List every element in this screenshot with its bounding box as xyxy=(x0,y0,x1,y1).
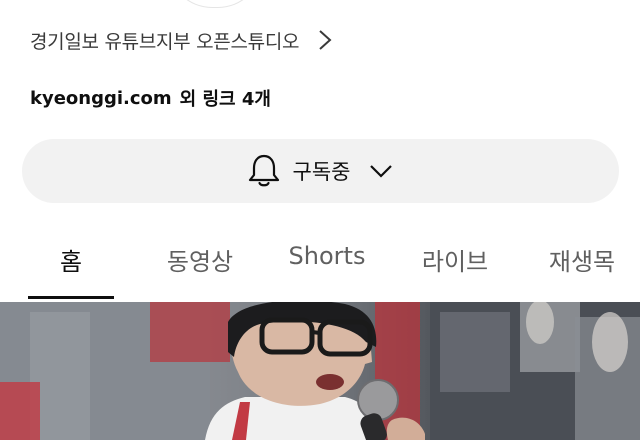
tab-videos[interactable]: 동영상 xyxy=(155,242,245,280)
active-tab-indicator xyxy=(28,296,114,299)
tab-home[interactable]: 홈 xyxy=(42,242,100,280)
link-domain[interactable]: kyeonggi.com xyxy=(30,88,172,109)
chevron-right-icon xyxy=(317,28,333,52)
link-more-count[interactable]: 외 링크 4개 xyxy=(180,85,271,111)
tab-shorts[interactable]: Shorts xyxy=(278,242,376,280)
studio-link[interactable]: 경기일보 유튜브지부 오픈스튜디오 xyxy=(30,25,333,55)
studio-link-label: 경기일보 유튜브지부 오픈스튜디오 xyxy=(30,30,300,53)
subscribed-label: 구독중 xyxy=(292,160,351,184)
channel-tabs: 홈 동영상 Shorts 라이브 재생목 xyxy=(0,232,640,302)
video-thumbnail[interactable] xyxy=(0,302,640,440)
tab-playlists[interactable]: 재생목 xyxy=(532,242,632,280)
channel-avatar[interactable] xyxy=(168,0,262,8)
bell-icon xyxy=(247,153,281,189)
chevron-down-icon xyxy=(368,163,394,179)
channel-links[interactable]: kyeonggi.com 외 링크 4개 xyxy=(30,84,271,112)
subscribed-button[interactable]: 구독중 xyxy=(22,139,619,203)
tab-live[interactable]: 라이브 xyxy=(410,242,500,280)
